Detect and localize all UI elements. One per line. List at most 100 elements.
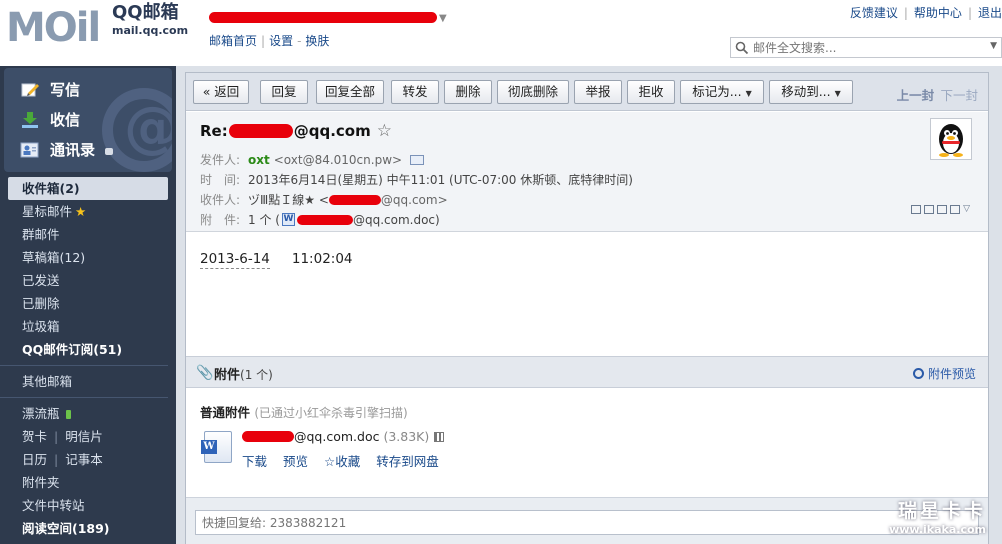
logout-link[interactable]: 退出 (978, 6, 1002, 20)
settings-link[interactable]: 设置 (269, 34, 293, 48)
attachment-filename[interactable]: @qq.com.doc (3.83K) (242, 429, 445, 444)
message-header: Re: @qq.com ☆ 发件人: oxt <oxt@84.010cn.pw> … (186, 112, 988, 232)
attachment-count: 1 个 ( (248, 213, 280, 227)
help-link[interactable]: 帮助中心 (914, 6, 962, 20)
word-file-icon[interactable]: W (201, 431, 232, 463)
contact-card-icon[interactable] (410, 154, 425, 165)
qqmail-logo[interactable]: MOil (6, 5, 101, 51)
attachments-title: 附件(1 个) (214, 368, 273, 383)
attachment-label: 附 件: (200, 213, 241, 227)
cards-row: 贺卡 | 明信片 (22, 429, 103, 444)
sender-avatar[interactable] (930, 118, 972, 160)
time-label: 时 间: (200, 173, 241, 187)
preview-link[interactable]: 预览 (283, 454, 308, 469)
account-switcher[interactable]: ▼ (209, 10, 447, 25)
receive-icon (22, 111, 38, 128)
redacted-recipient (328, 194, 381, 205)
qq-penguin-icon (939, 124, 963, 157)
search-dropdown-icon[interactable]: ▼ (990, 41, 997, 51)
chevron-down-icon[interactable]: ▽ (963, 204, 970, 214)
attachment-group-title: 普通附件 (已通过小红伞杀毒引擎扫描) (200, 405, 408, 420)
forward-button[interactable]: 转发 (391, 80, 439, 104)
move-to-dropdown[interactable]: 移动到... ▼ (769, 80, 853, 104)
prev-message-link[interactable]: 上一封 (897, 88, 935, 103)
top-nav: 邮箱首页 | 设置 - 换肤 (209, 34, 330, 48)
right-links: 反馈建议 | 帮助中心 | 退出 (849, 6, 1002, 20)
logo-wordmark: MOil (6, 5, 101, 51)
export-icon[interactable] (937, 204, 948, 214)
back-button[interactable]: « 返回 (193, 80, 249, 104)
folder-deleted[interactable]: 已删除 (8, 292, 168, 315)
recipient-address: @qq.com> (380, 192, 448, 207)
folder-spam[interactable]: 垃圾箱 (8, 315, 168, 338)
attachments-folder-link[interactable]: 附件夹 (8, 471, 168, 494)
attachment-preview-link[interactable]: 附件预览 (912, 365, 976, 382)
chevron-down-icon: ▼ (834, 89, 841, 98)
notebook-link[interactable]: 记事本 (65, 452, 103, 467)
delete-permanent-button[interactable]: 彻底删除 (497, 80, 569, 104)
quick-reply-input[interactable] (195, 510, 979, 535)
file-size: (3.83K) (383, 429, 430, 444)
favorite-link[interactable]: ☆收藏 (324, 454, 360, 469)
bottle-icon (65, 410, 71, 419)
chevron-down-icon: ▼ (439, 13, 447, 24)
other-mailboxes[interactable]: 其他邮箱 (8, 370, 168, 393)
virus-scan-note: (已通过小红伞杀毒引擎扫描) (254, 406, 408, 420)
paperclip-icon: 📎 (196, 365, 214, 381)
home-link[interactable]: 邮箱首页 (209, 34, 257, 48)
recipient-label: 收件人: (200, 193, 241, 207)
recipient-row: 收件人: ヅⅢ點Ｉ線★ < @qq.com> (200, 191, 448, 208)
reply-all-button[interactable]: 回复全部 (316, 80, 384, 104)
folder-group[interactable]: 群邮件 (8, 223, 168, 246)
report-button[interactable]: 举报 (574, 80, 622, 104)
chat-bubble-icon (105, 148, 114, 155)
print-icon[interactable] (950, 204, 961, 214)
feedback-link[interactable]: 反馈建议 (850, 6, 898, 20)
folder-starred[interactable]: 星标邮件 ★ (8, 200, 168, 223)
folder-drafts[interactable]: 草稿箱(12) (8, 246, 168, 269)
sender-address: <oxt@84.010cn.pw> (273, 152, 403, 167)
mark-as-dropdown[interactable]: 标记为... ▼ (680, 80, 764, 104)
write-icon (21, 83, 39, 96)
reading-space-link[interactable]: 阅读空间(189) (8, 517, 168, 540)
folder-sent[interactable]: 已发送 (8, 269, 168, 292)
save-to-disk-link[interactable]: 转存到网盘 (376, 454, 439, 469)
calendar-row: 日历 | 记事本 (22, 452, 103, 467)
contacts-icon (20, 142, 39, 157)
message-body: 2013-6-14 11:02:04 (200, 251, 353, 269)
sender-label: 发件人: (200, 153, 241, 167)
compose-button[interactable]: 写信 (20, 79, 80, 100)
word-doc-icon: W (281, 213, 295, 226)
search-input[interactable] (753, 40, 973, 55)
qr-code-icon[interactable] (434, 431, 445, 442)
brand-domain: mail.qq.com (112, 24, 189, 37)
receive-button[interactable]: 收信 (20, 109, 80, 130)
file-transfer-link[interactable]: 文件中转站 (8, 494, 168, 517)
message-panel: « 返回 回复 回复全部 转发 删除 彻底删除 举报 拒收 标记为... ▼ 移动… (185, 72, 989, 544)
contacts-button[interactable]: 通讯录 (20, 139, 114, 160)
print-preview-icon[interactable] (924, 204, 935, 214)
calendar-link[interactable]: 日历 (22, 452, 47, 467)
skin-link[interactable]: 换肤 (305, 34, 329, 48)
search-box[interactable]: ▼ (730, 37, 1002, 58)
delete-button[interactable]: 删除 (444, 80, 492, 104)
brand-name: QQ邮箱 (112, 2, 179, 23)
attachments-body: 普通附件 (已通过小红伞杀毒引擎扫描) W @qq.com.doc (3.83K)… (186, 389, 988, 497)
attachment-name[interactable]: @qq.com.doc) (353, 213, 440, 227)
next-message-link[interactable]: 下一封 (940, 88, 978, 103)
brand-block: QQ邮箱 mail.qq.com (112, 2, 202, 38)
body-date: 2013-6-14 (200, 251, 270, 269)
reject-button[interactable]: 拒收 (627, 80, 675, 104)
reply-button[interactable]: 回复 (260, 80, 308, 104)
message-nav: 上一封 下一封 (897, 85, 978, 104)
drift-bottle-link[interactable]: 漂流瓶 (8, 402, 168, 425)
folder-inbox[interactable]: 收件箱(2) (8, 177, 168, 200)
sender-name[interactable]: oxt (248, 153, 270, 167)
folder-subscriptions[interactable]: QQ邮件订阅(51) (8, 338, 168, 361)
star-outline-icon[interactable]: ☆ (377, 121, 392, 141)
magnifier-icon (912, 368, 924, 379)
new-window-icon[interactable] (911, 204, 922, 214)
postcard-link[interactable]: 明信片 (65, 429, 103, 444)
download-link[interactable]: 下载 (242, 454, 267, 469)
greeting-card-link[interactable]: 贺卡 (22, 429, 47, 444)
